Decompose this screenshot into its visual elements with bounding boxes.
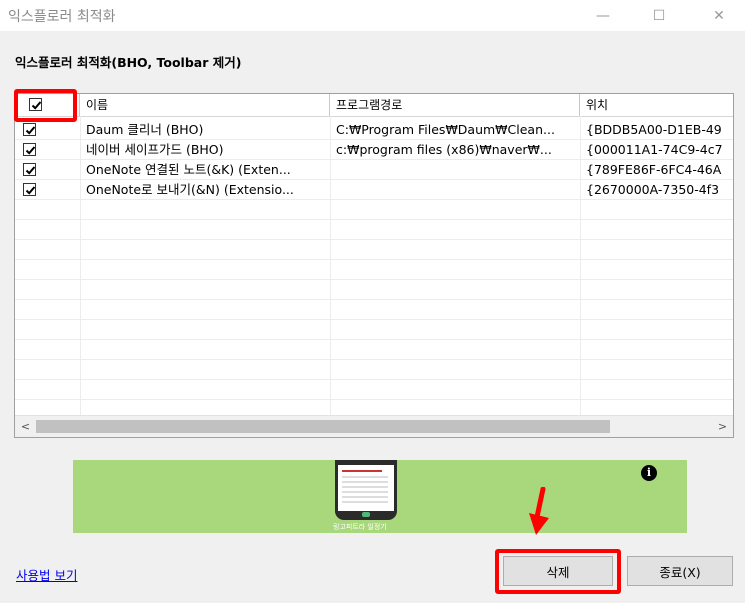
row-location: {BDDB5A00-D1EB-49 <box>586 122 722 137</box>
table-row[interactable]: 네이버 세이프가드 (BHO) c:₩program files (x86)₩n… <box>15 140 733 159</box>
grid-line <box>15 279 733 280</box>
exit-button[interactable]: 종료(X) <box>627 556 733 586</box>
row-checkbox[interactable] <box>23 183 36 196</box>
row-name: Daum 클리너 (BHO) <box>86 122 204 137</box>
close-window-button[interactable]: ✕ <box>696 0 742 31</box>
grid-line <box>15 219 733 220</box>
column-header-location[interactable]: 위치 <box>580 94 733 116</box>
table-row[interactable]: Daum 클리너 (BHO) C:₩Program Files₩Daum₩Cle… <box>15 120 733 139</box>
ad-caption: 링고피트라 일정기 <box>333 523 387 531</box>
grid-line <box>15 239 733 240</box>
info-icon[interactable]: i <box>641 465 657 481</box>
phone-image <box>335 460 397 520</box>
table-row[interactable]: OneNote 연결된 노트(&K) (Exten... {789FE86F-6… <box>15 160 733 179</box>
horizontal-scrollbar[interactable]: < > <box>15 415 733 437</box>
help-link[interactable]: 사용법 보기 <box>16 565 77 584</box>
grid-line <box>15 339 733 340</box>
grid-line <box>15 399 733 400</box>
row-path <box>330 180 580 199</box>
row-name: 네이버 세이프가드 (BHO) <box>86 142 224 157</box>
row-location: {000011A1-74C9-4c7 <box>586 142 723 157</box>
phone-home-indicator <box>362 512 370 517</box>
bho-list[interactable]: 이름 프로그램경로 위치 Daum 클리너 (BHO) C:₩Program F… <box>14 93 734 438</box>
column-header-name[interactable]: 이름 <box>80 94 330 116</box>
highlight-box-delete <box>495 549 621 594</box>
grid-line <box>15 259 733 260</box>
scroll-left-button[interactable]: < <box>15 416 36 437</box>
grid-line <box>15 139 733 140</box>
red-arrow-icon <box>529 487 549 535</box>
row-path <box>330 160 580 179</box>
grid-line <box>15 379 733 380</box>
title-bar: 익스플로러 최적화 — ☐ ✕ <box>0 0 745 31</box>
grid-line <box>15 159 733 160</box>
grid-line <box>15 319 733 320</box>
scroll-right-button[interactable]: > <box>712 416 733 437</box>
row-location: {2670000A-7350-4f3 <box>586 182 720 197</box>
maximize-button[interactable]: ☐ <box>636 0 682 31</box>
grid-line <box>15 199 733 200</box>
ad-banner[interactable]: 링고피트라 일정기 i <box>73 460 687 533</box>
row-checkbox[interactable] <box>23 143 36 156</box>
row-name: OneNote 연결된 노트(&K) (Exten... <box>86 162 291 177</box>
section-heading: 익스플로러 최적화(BHO, Toolbar 제거) <box>15 55 242 70</box>
row-path: C:₩Program Files₩Daum₩Clean... <box>336 122 555 137</box>
minimize-button[interactable]: — <box>580 0 626 31</box>
column-header-path[interactable]: 프로그램경로 <box>330 94 580 116</box>
row-path: c:₩program files (x86)₩naver₩... <box>336 142 552 157</box>
row-location: {789FE86F-6FC4-46A <box>586 162 722 177</box>
row-name: OneNote로 보내기(&N) (Extensio... <box>86 182 294 197</box>
row-checkbox[interactable] <box>23 123 36 136</box>
scroll-thumb[interactable] <box>36 420 610 433</box>
grid-line <box>15 299 733 300</box>
window-title: 익스플로러 최적화 <box>8 9 116 25</box>
row-checkbox[interactable] <box>23 163 36 176</box>
grid-line <box>15 179 733 180</box>
phone-screen <box>338 465 394 511</box>
list-header: 이름 프로그램경로 위치 <box>15 94 733 117</box>
highlight-box-select-all <box>14 89 77 122</box>
grid-line <box>15 359 733 360</box>
table-row[interactable]: OneNote로 보내기(&N) (Extensio... {2670000A-… <box>15 180 733 199</box>
